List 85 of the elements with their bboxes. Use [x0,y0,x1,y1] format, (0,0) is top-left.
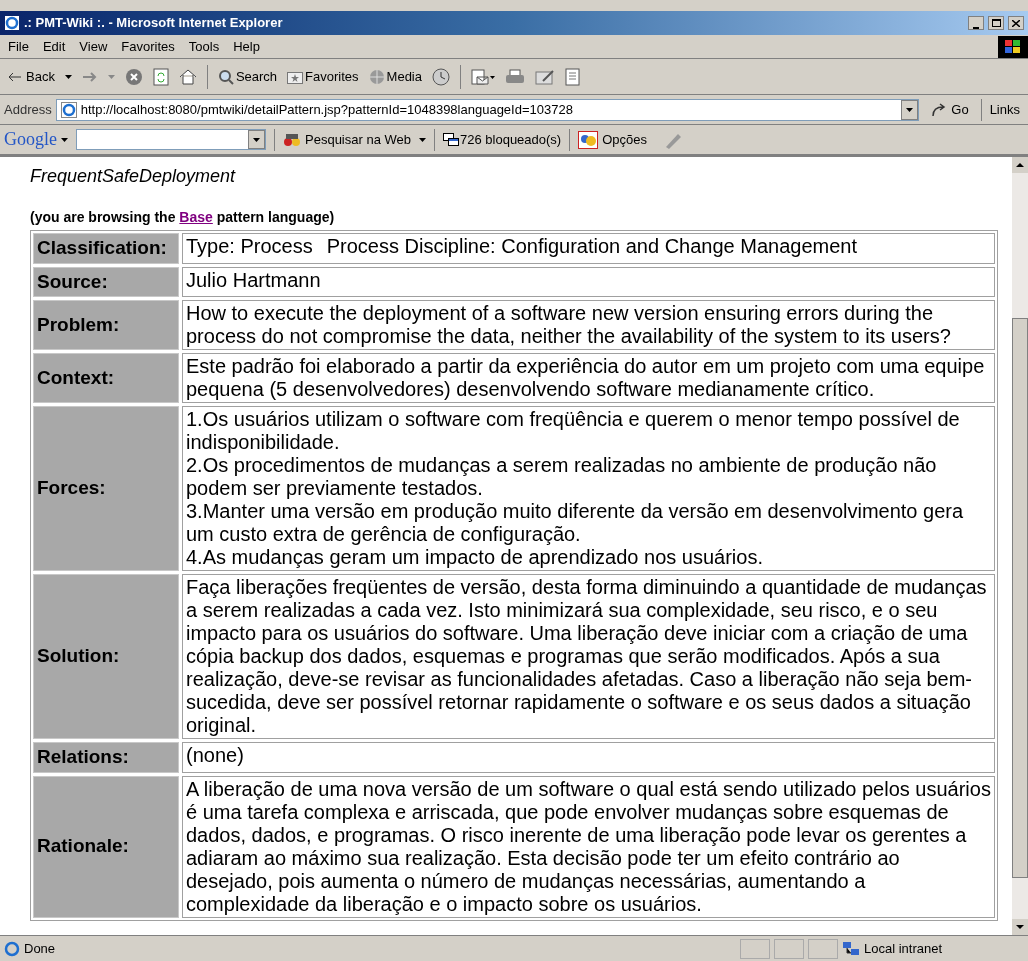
language-link[interactable]: Base [179,209,213,225]
mail-icon[interactable] [471,67,495,86]
history-icon[interactable] [432,67,450,86]
back-arrow-icon [8,71,22,82]
options-icon [578,130,599,149]
stop-icon[interactable] [124,67,143,86]
status-text: Done [24,939,57,958]
search-web-button[interactable]: Pesquisar na Web [283,129,411,150]
minimize-icon [973,27,979,29]
dropdown-arrow-icon[interactable] [64,74,72,79]
menu-item[interactable]: Tools [188,36,220,57]
popup-blocker-button[interactable]: 726 bloqueado(s) [443,129,562,150]
field-value: Julio Hartmann [186,268,321,293]
document-icon[interactable] [565,67,581,86]
scroll-down-icon[interactable] [1012,919,1028,935]
google-button[interactable]: Google [4,126,68,153]
field-label: Solution: [33,574,179,739]
status-panel [774,938,804,959]
dropdown-arrow-icon[interactable] [419,137,426,142]
menu-item[interactable]: Favorites [121,36,175,57]
browsing-note: (you are browsing the Base pattern language) [30,208,336,227]
field-paragraph: How to execute the deployment of a software new version ensuring errors during the process do not compromise the data, neither the availability of the system to its users? [186,302,952,348]
field-paragraph: Este padrão foi elaborado a partir da experiência do autor em um projeto com uma equipe pequena (5 desenvolvedores) desenvolvendo software medianamente crítico. [186,355,986,401]
address-label: Address [4,100,52,119]
status-panel [808,938,838,959]
search-icon [217,68,234,85]
field-value: (none) [186,744,244,768]
field-label: Rationale: [33,775,179,918]
field-value: Type: Process [186,235,313,259]
scroll-thumb[interactable] [1012,318,1028,878]
binoculars-icon [283,131,301,148]
page-icon [4,940,20,957]
globe-icon [368,68,385,85]
network-icon [842,940,860,957]
dropdown-button[interactable] [901,99,919,120]
printer-icon[interactable] [505,68,525,85]
dropdown-arrow-icon [253,137,260,142]
scrollbar[interactable] [1012,157,1028,935]
field-label: Source: [33,266,179,297]
field-label: Context: [33,353,179,403]
flag-icon [1005,39,1021,54]
field-label: Forces: [33,406,179,571]
maximize-button[interactable] [988,16,1004,30]
pattern-title: FrequentSafeDeployment [30,165,237,185]
address-field[interactable]: http://localhost:8080/pmtwiki/detailPattern.jsp?patternId=1048398languageId=103728 [55,98,920,121]
media-button[interactable]: Media [368,66,422,87]
favorites-button[interactable]: Favorites [287,66,359,87]
field-label: Classification: [33,233,179,264]
back-button[interactable]: Back [8,66,55,87]
home-icon[interactable] [178,68,197,85]
field-paragraph: 1.Os usuários utilizam o software com freqüência e querem o menor tempo possível de indisponibilidade. [186,408,961,454]
menu-item[interactable]: Help [233,36,260,57]
dropdown-arrow-icon [906,107,914,112]
search-button[interactable]: Search [217,66,278,87]
field-paragraph: Faça liberações freqüentes de versão, desta forma diminuindo a quantidade de mudanças a serem realizadas a cada vez. Isto minimizará sua complexidade, seu risco, e o seu impacto para os usuários do software. Uma liberação deve iniciar com a criação de uma cópia backup dos dados, esquemas e programas que serão modificados. Após a sua realização, deve-se revisar as funcionalidades afetadas. Caso a liberação não seja bem-sucedida, deve ser possível retornar rapidamente o software e os seus dados a situação original. [186,576,988,737]
field-paragraph: 2.Os procedimentos de mudanças a serem realizadas no ambiente de produção não podem ser previamente testados. [186,454,938,500]
field-paragraph: 4.As mudanças geram um impacto de aprendizado nos usuários. [186,546,764,569]
browser-icon [4,15,20,31]
windows-icon [443,132,459,147]
close-icon [1012,19,1020,27]
menu-item[interactable]: Edit [42,36,66,57]
go-button[interactable]: Go [923,99,977,120]
field-value: Process Discipline: Configuration and Change Management [326,235,858,259]
go-arrow-icon [931,102,948,117]
options-button[interactable]: Opções [578,129,647,150]
window-title: .: PMT-Wiki :. - Microsoft Internet Explorer [24,14,283,33]
security-zone: Local intranet [864,939,944,958]
menu-item[interactable]: View [79,36,108,57]
page-icon [60,101,77,118]
field-label: Relations: [33,742,179,773]
google-search-field[interactable] [76,129,266,150]
scroll-up-icon[interactable] [1012,157,1028,173]
refresh-icon[interactable] [152,67,169,86]
field-label: Problem: [33,300,179,350]
minimize-button[interactable] [968,16,984,30]
dropdown-arrow-icon [61,137,68,142]
status-panel [740,938,770,959]
menu-item[interactable]: File [8,36,29,57]
dropdown-button[interactable] [248,130,265,149]
maximize-icon [991,19,1001,27]
field-paragraph: A liberação de uma nova versão de um software o qual está sendo utilizado pelos usuários é uma tarefa complexa e arriscada, que pode envolver mudanças sobre esquemas de dados, dados, e programas. O risco inerente de uma liberação pode levar os gerentes a adiaram ao máximo sua realização. Esta decisão pode ter um efeito contrário ao desejado, pois aumenta o número de mudanças necessárias, aumentando a complexidade da liberação e o impacto sobre os usuários. [186,777,991,916]
links-button[interactable]: Links [985,99,1024,120]
close-button[interactable] [1008,16,1024,30]
edit-icon[interactable] [535,68,555,85]
field-paragraph: 3.Manter uma versão em produção muito diferente da versão em desenvolvimento gera um custo extra de gerência de configuração. [186,500,965,546]
